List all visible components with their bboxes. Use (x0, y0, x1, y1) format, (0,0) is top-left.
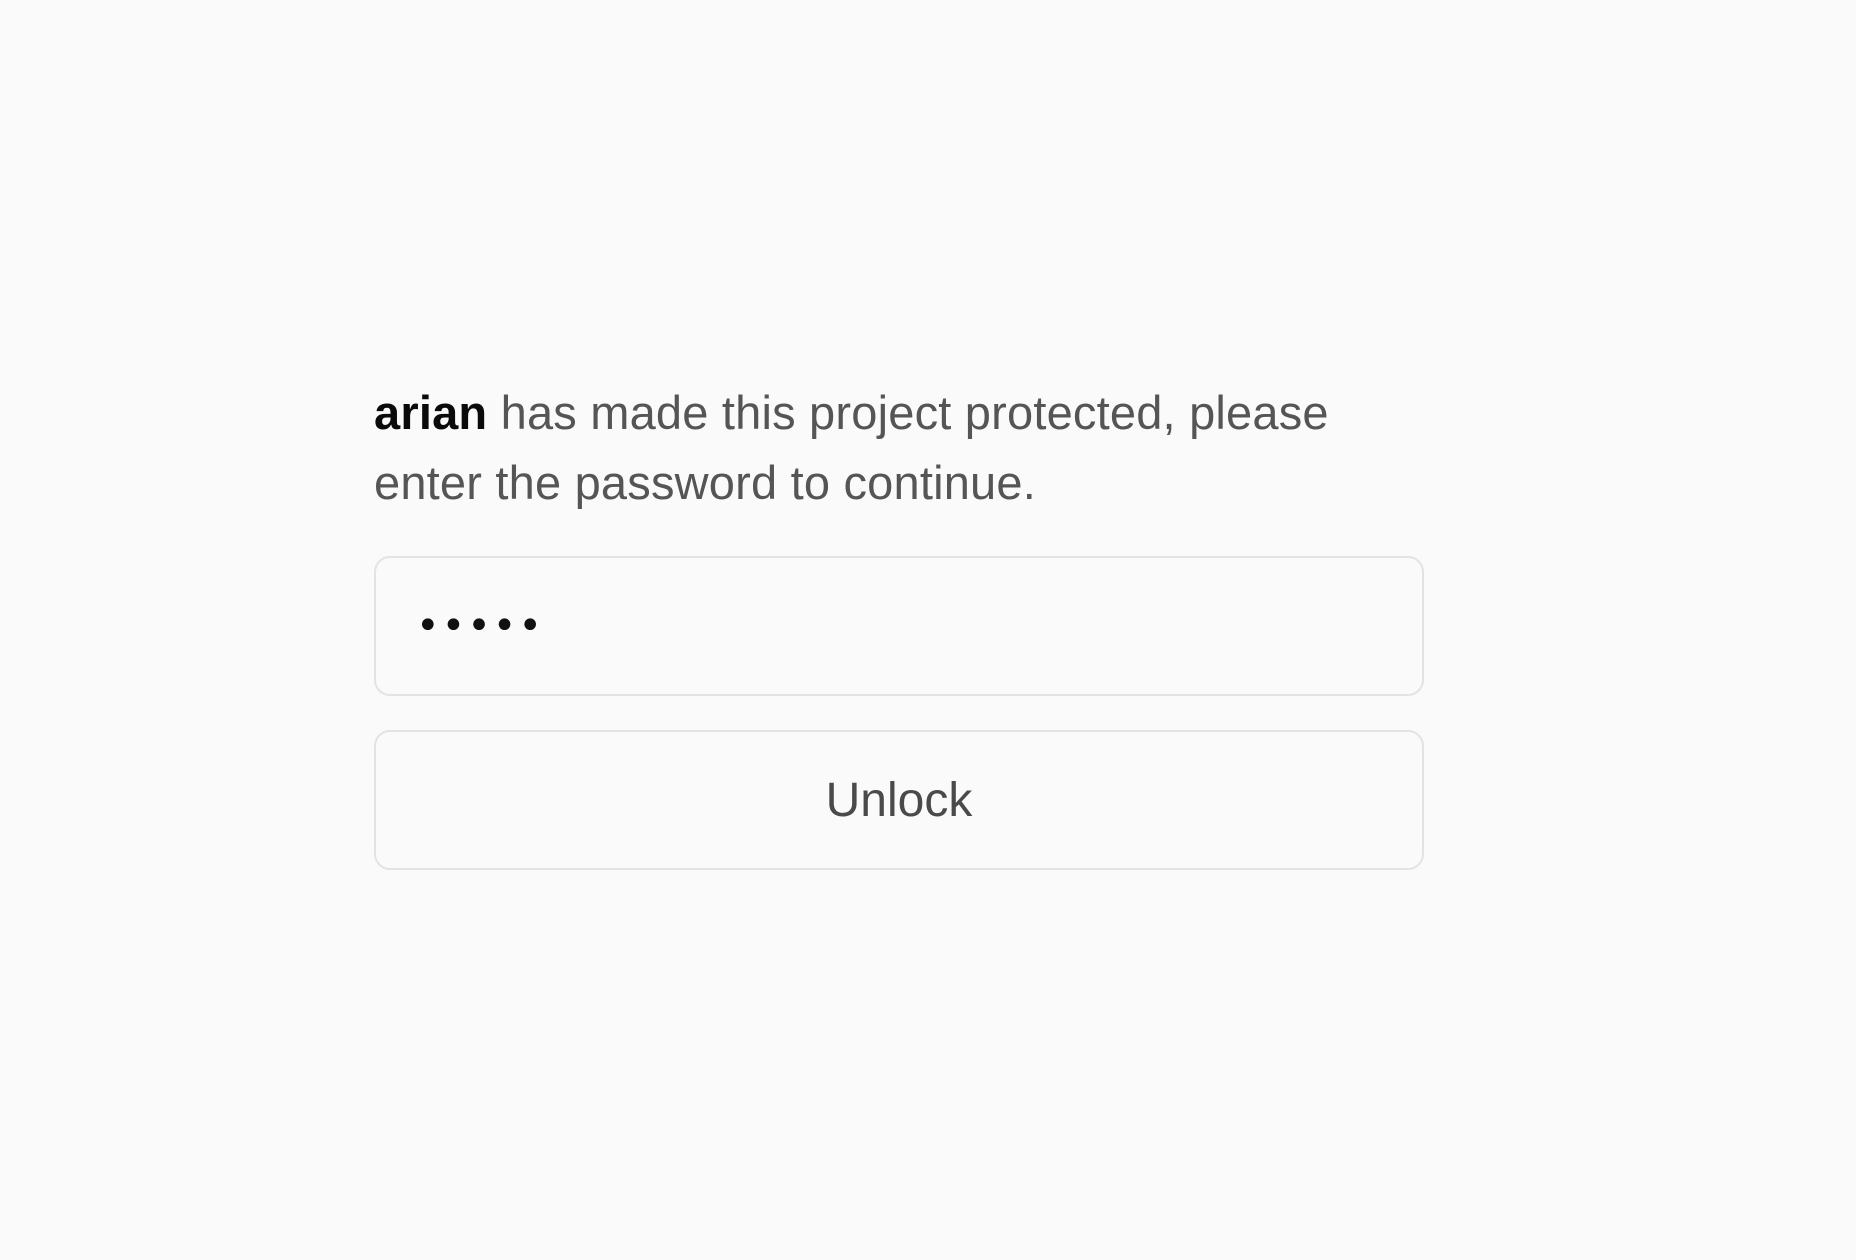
password-input[interactable]: ••••• (374, 556, 1424, 696)
unlock-button[interactable]: Unlock (374, 730, 1424, 870)
password-masked-value: ••••• (416, 603, 544, 649)
protection-message-text: has made this project protected, please … (374, 386, 1329, 509)
protection-message: arian has made this project protected, p… (374, 378, 1424, 518)
owner-name: arian (374, 386, 488, 439)
protected-project-panel: arian has made this project protected, p… (374, 378, 1424, 870)
